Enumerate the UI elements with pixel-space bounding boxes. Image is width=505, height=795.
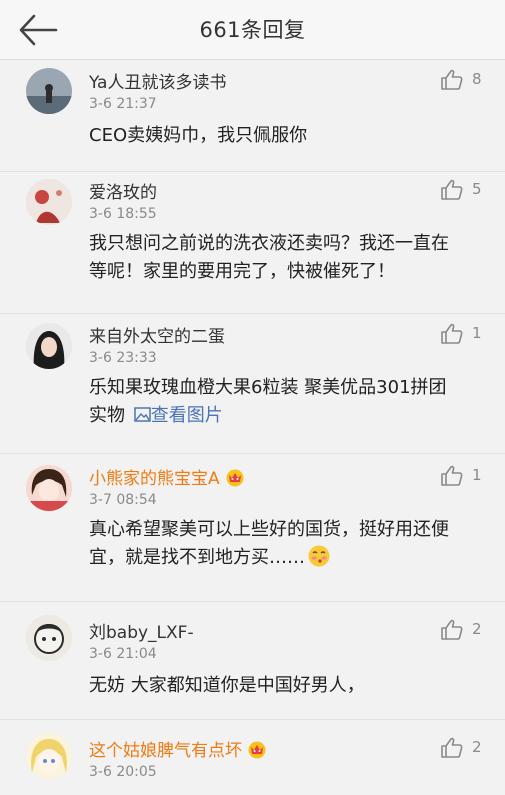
comment-username[interactable]: Ya人丑就该多读书 bbox=[89, 68, 226, 93]
comment-time: 3-6 21:37 bbox=[89, 96, 157, 112]
crown-badge-icon bbox=[248, 741, 266, 759]
comment-text-line: 实物 查看图片 bbox=[89, 402, 489, 430]
comment-item: 来自外太空的二蛋 3-6 23:33 乐知果玫瑰血橙大果6粒装 聚美优品301拼… bbox=[0, 314, 505, 454]
comment-time: 3-6 21:04 bbox=[89, 646, 157, 662]
comment-text: 我只想问之前说的洗衣液还卖吗？我还一直在 等呢！家里的要用完了，快被催死了！ bbox=[89, 230, 489, 286]
crown-badge-icon bbox=[226, 469, 244, 487]
like-button[interactable]: 2 bbox=[440, 736, 490, 760]
blushing-emoji-icon bbox=[308, 545, 330, 567]
comment-text-line: 乐知果玫瑰血橙大果6粒装 聚美优品301拼团 bbox=[89, 377, 447, 398]
thumbs-up-icon bbox=[441, 619, 463, 640]
like-button[interactable]: 2 bbox=[440, 618, 490, 642]
comment-text: CEO卖姨妈巾，我只佩服你 bbox=[89, 125, 308, 146]
avatar[interactable] bbox=[26, 733, 72, 779]
comment-text-line: 我只想问之前说的洗衣液还卖吗？我还一直在 bbox=[89, 233, 449, 254]
username-text: 这个姑娘脾气有点坏 bbox=[89, 741, 242, 761]
comment-item: Ya人丑就该多读书 3-6 21:37 CEO卖姨妈巾，我只佩服你 8 bbox=[0, 60, 505, 172]
comment-text-line: 等呢！家里的要用完了，快被催死了！ bbox=[89, 261, 395, 282]
comment-item: 小熊家的熊宝宝A 3-7 08:54 真心希望聚美可以上些好的国货，挺好用还便 … bbox=[0, 454, 505, 602]
like-button[interactable]: 5 bbox=[440, 178, 490, 202]
avatar[interactable] bbox=[26, 179, 72, 225]
like-button[interactable]: 1 bbox=[440, 464, 490, 488]
avatar[interactable] bbox=[26, 465, 72, 511]
comment-text: 真心希望聚美可以上些好的国货，挺好用还便 宜，就是找不到地方买…… bbox=[89, 516, 489, 572]
avatar[interactable] bbox=[26, 615, 72, 661]
comment-text-segment: 宜，就是找不到地方买…… bbox=[89, 547, 305, 568]
thumbs-up-icon bbox=[441, 737, 463, 758]
like-count: 2 bbox=[472, 738, 482, 756]
thumbs-up-icon bbox=[441, 179, 463, 200]
comment-username[interactable]: 小熊家的熊宝宝A bbox=[89, 464, 246, 489]
avatar[interactable] bbox=[26, 68, 72, 114]
like-button[interactable]: 1 bbox=[440, 322, 490, 346]
like-count: 1 bbox=[472, 324, 482, 342]
like-count: 5 bbox=[472, 180, 482, 198]
comment-item: 这个姑娘脾气有点坏 3-6 20:05 2 bbox=[0, 720, 505, 794]
comment-time: 3-6 23:33 bbox=[89, 350, 157, 366]
comment-username[interactable]: 刘baby_LXF- bbox=[89, 618, 194, 643]
comment-username[interactable]: 这个姑娘脾气有点坏 bbox=[89, 736, 268, 761]
view-image-label: 查看图片 bbox=[150, 405, 223, 426]
like-count: 8 bbox=[472, 70, 482, 88]
like-count: 2 bbox=[472, 620, 482, 638]
comment-username[interactable]: 爱洛玫的 bbox=[89, 178, 157, 203]
comment-text: 乐知果玫瑰血橙大果6粒装 聚美优品301拼团 实物 查看图片 bbox=[89, 374, 489, 430]
comment-list: Ya人丑就该多读书 3-6 21:37 CEO卖姨妈巾，我只佩服你 8 爱洛玫的… bbox=[0, 60, 505, 794]
thumbs-up-icon bbox=[441, 323, 463, 344]
top-bar: 661条回复 bbox=[0, 0, 505, 60]
username-text: 小熊家的熊宝宝A bbox=[89, 469, 220, 489]
comment-time: 3-6 20:05 bbox=[89, 764, 157, 780]
thumbs-up-icon bbox=[441, 465, 463, 486]
page-title: 661条回复 bbox=[199, 18, 306, 42]
comment-item: 爱洛玫的 3-6 18:55 我只想问之前说的洗衣液还卖吗？我还一直在 等呢！家… bbox=[0, 172, 505, 314]
comment-text-line: 宜，就是找不到地方买…… bbox=[89, 544, 489, 572]
comment-text-line: 真心希望聚美可以上些好的国货，挺好用还便 bbox=[89, 519, 449, 540]
comment-time: 3-6 18:55 bbox=[89, 206, 157, 222]
comment-text-segment: 实物 bbox=[89, 405, 125, 426]
thumbs-up-icon bbox=[441, 69, 463, 90]
comment-username[interactable]: 来自外太空的二蛋 bbox=[89, 322, 225, 347]
image-icon bbox=[133, 407, 151, 422]
like-count: 1 bbox=[472, 466, 482, 484]
comment-item: 刘baby_LXF- 3-6 21:04 无妨 大家都知道你是中国好男人， 2 bbox=[0, 602, 505, 720]
like-button[interactable]: 8 bbox=[440, 68, 490, 92]
avatar[interactable] bbox=[26, 323, 72, 369]
view-image-link[interactable]: 查看图片 bbox=[131, 405, 223, 426]
comment-text: 无妨 大家都知道你是中国好男人， bbox=[89, 675, 365, 696]
comment-time: 3-7 08:54 bbox=[89, 492, 157, 508]
